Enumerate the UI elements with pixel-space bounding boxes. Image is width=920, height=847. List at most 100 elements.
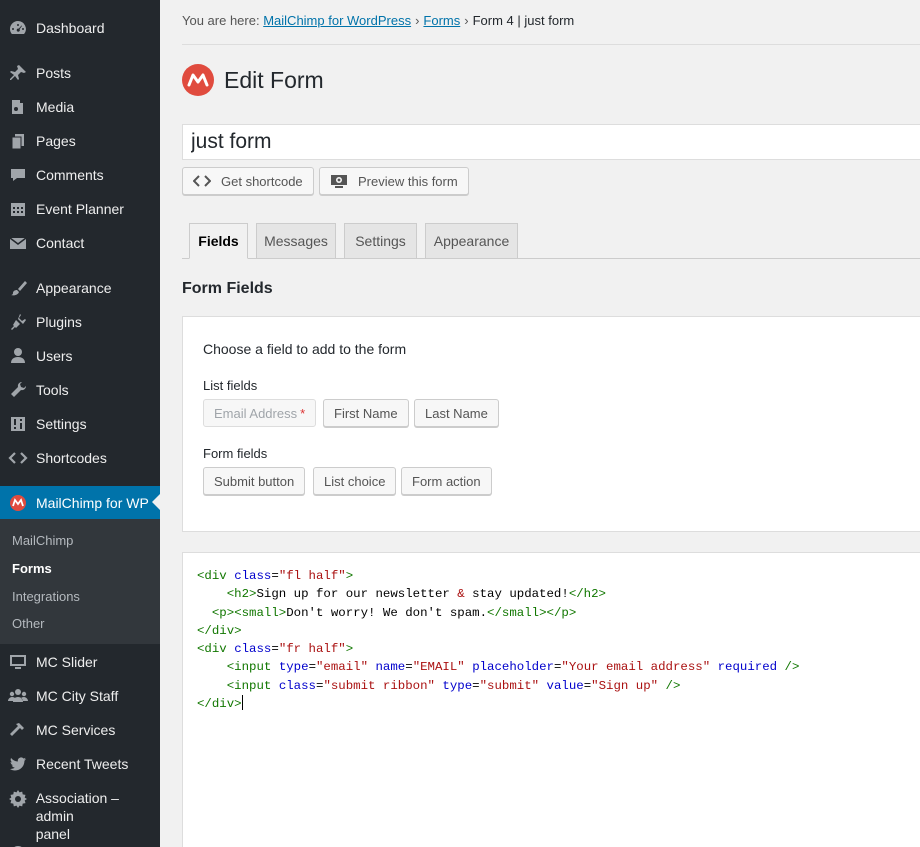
tab-settings[interactable]: Settings [344, 223, 417, 259]
required-marker: * [300, 405, 306, 421]
list-choice-field-button[interactable]: List choice [313, 467, 397, 495]
last-name-field-button[interactable]: Last Name [414, 399, 499, 427]
menu-tools[interactable]: Tools [0, 373, 160, 407]
menu-label: Dashboard [36, 20, 105, 36]
code-token: value [546, 678, 584, 693]
menu-event-planner[interactable]: Event Planner [0, 192, 160, 226]
submenu-forms[interactable]: Forms [12, 561, 52, 576]
menu-appearance[interactable]: Appearance [0, 271, 160, 305]
mailchimp-logo-icon [182, 64, 214, 96]
submenu-integrations[interactable]: Integrations [12, 589, 80, 604]
comment-icon [0, 165, 36, 185]
menu-label: Association – admin panel [36, 789, 160, 843]
submenu-mailchimp[interactable]: MailChimp [12, 533, 73, 548]
menu-recent-tweets[interactable]: Recent Tweets [0, 747, 160, 781]
code-token: name [375, 660, 406, 675]
code-token: <div [197, 642, 227, 657]
dashboard-icon [0, 18, 36, 38]
code-token: /> [784, 660, 800, 675]
code-token: class [234, 569, 272, 583]
menu-users[interactable]: Users [0, 339, 160, 373]
tab-fields[interactable]: Fields [189, 223, 248, 259]
admin-sidebar: Dashboard Posts Media Pages Comments Eve… [0, 0, 160, 847]
sliders-icon [0, 414, 36, 434]
breadcrumb-link-forms[interactable]: Forms [423, 13, 460, 28]
menu-label: MC City Staff [36, 688, 119, 704]
menu-label: Appearance [36, 280, 112, 296]
code-token: </p> [546, 605, 577, 620]
menu-label: Settings [36, 416, 87, 432]
menu-posts[interactable]: Posts [0, 56, 160, 90]
preview-form-button[interactable]: Preview this form [319, 167, 469, 195]
field-chooser-panel: Choose a field to add to the form List f… [182, 316, 920, 532]
menu-media[interactable]: Media [0, 90, 160, 124]
preview-icon [330, 174, 348, 188]
menu-settings[interactable]: Settings [0, 407, 160, 441]
code-token: type [278, 660, 309, 675]
email-address-field-button: Email Address * [203, 399, 317, 427]
menu-label: Recent Tweets [36, 756, 129, 772]
menu-pages[interactable]: Pages [0, 124, 160, 158]
breadcrumb-link-mailchimp[interactable]: MailChimp for WordPress [263, 13, 411, 28]
menu-label: Contact [36, 235, 85, 251]
media-icon [0, 97, 36, 117]
menu-mc-slider[interactable]: MC Slider [0, 645, 160, 679]
code-icon [193, 174, 211, 188]
code-token: <p> [211, 605, 235, 620]
menu-shortcodes[interactable]: Shortcodes [0, 441, 160, 475]
code-content: <div class="fl half"> <h2>Sign up for ou… [197, 569, 800, 712]
menu-label: Posts [36, 65, 72, 81]
menu-more-icon [0, 843, 36, 847]
menu-contact[interactable]: Contact [0, 226, 160, 260]
title-row: Edit Form [182, 64, 324, 96]
breadcrumb-separator: › [464, 13, 469, 28]
submit-button-field-button[interactable]: Submit button [203, 467, 306, 495]
form-title-input[interactable] [182, 124, 920, 160]
code-token: > [345, 569, 354, 583]
code-token: </small> [487, 605, 547, 620]
first-name-field-button[interactable]: First Name [323, 399, 409, 427]
form-action-field-button[interactable]: Form action [401, 467, 492, 495]
code-token: required [717, 660, 778, 675]
menu-comments[interactable]: Comments [0, 158, 160, 192]
submenu-other[interactable]: Other [12, 616, 45, 631]
user-icon [0, 346, 36, 366]
menu-mc-services[interactable]: MC Services [0, 713, 160, 747]
menu-mc-city-staff[interactable]: MC City Staff [0, 679, 160, 713]
code-token: <input [226, 660, 272, 675]
code-token: <div [197, 569, 227, 583]
page-title: Edit Form [224, 66, 324, 93]
breadcrumb-current: Form 4 | just form [472, 13, 575, 28]
tab-messages[interactable]: Messages [256, 223, 336, 259]
code-token: "fr half" [278, 642, 346, 657]
menu-label: MC Slider [36, 654, 98, 670]
menu-label: Shortcodes [36, 450, 107, 466]
breadcrumb-prefix: You are here: [182, 13, 260, 28]
code-token: placeholder [472, 660, 554, 675]
form-code-editor[interactable]: <div class="fl half"> <h2>Sign up for ou… [182, 552, 920, 847]
menu-dashboard[interactable]: Dashboard [0, 11, 160, 45]
code-token: <input [226, 678, 272, 693]
calendar-icon [0, 199, 36, 219]
menu-plugins[interactable]: Plugins [0, 305, 160, 339]
menu-more[interactable] [0, 836, 160, 847]
gear-icon [0, 789, 36, 809]
brush-icon [0, 278, 36, 298]
code-token: "EMAIL" [412, 660, 465, 675]
tab-appearance[interactable]: Appearance [425, 223, 518, 259]
menu-label: Media [36, 99, 75, 115]
menu-label: MC Services [36, 722, 116, 738]
code-token: class [234, 642, 272, 657]
menu-mailchimp-for-wp[interactable]: MailChimp for WP [0, 486, 160, 520]
code-token: </div> [197, 623, 242, 638]
code-token: "submit" [479, 678, 540, 693]
code-token: "Your email address" [561, 660, 711, 675]
pages-icon [0, 131, 36, 151]
menu-association-admin-panel[interactable]: Association – admin panel [0, 781, 160, 842]
hammer-icon [0, 720, 36, 740]
code-token: "Sign up" [591, 678, 659, 693]
wrench-icon [0, 380, 36, 400]
get-shortcode-button[interactable]: Get shortcode [182, 167, 314, 195]
mailchimp-submenu: MailChimp Forms Integrations Other [0, 519, 160, 644]
code-token: "fl half" [278, 569, 346, 583]
